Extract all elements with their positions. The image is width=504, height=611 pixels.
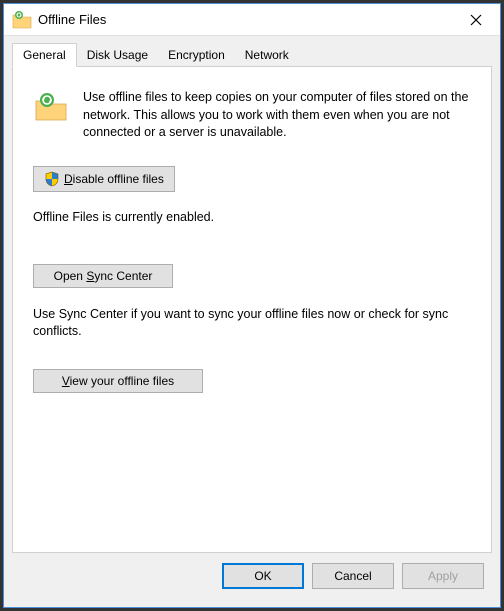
offline-files-dialog: Offline Files General Disk Usage Encrypt… [3, 3, 501, 608]
tab-disk-usage[interactable]: Disk Usage [77, 44, 158, 66]
tab-general[interactable]: General [12, 43, 77, 67]
close-icon [470, 14, 482, 26]
shield-icon [44, 171, 60, 187]
dialog-body: General Disk Usage Encryption Network Us… [4, 36, 500, 607]
tab-strip: General Disk Usage Encryption Network [12, 42, 492, 66]
folder-sync-icon [12, 10, 32, 30]
apply-button[interactable]: Apply [402, 563, 484, 589]
cancel-button[interactable]: Cancel [312, 563, 394, 589]
titlebar: Offline Files [4, 4, 500, 36]
folder-sync-large-icon [33, 89, 69, 125]
dialog-footer: OK Cancel Apply [12, 553, 492, 599]
status-text: Offline Files is currently enabled. [33, 210, 471, 224]
open-sync-center-button[interactable]: Open Sync Center [33, 264, 173, 288]
description-text: Use offline files to keep copies on your… [83, 89, 471, 142]
view-offline-files-button[interactable]: View your offline files [33, 369, 203, 393]
sync-help-text: Use Sync Center if you want to sync your… [33, 306, 471, 341]
ok-button[interactable]: OK [222, 563, 304, 589]
tab-encryption[interactable]: Encryption [158, 44, 235, 66]
tab-panel-general: Use offline files to keep copies on your… [12, 66, 492, 553]
window-title: Offline Files [38, 12, 456, 27]
close-button[interactable] [456, 5, 496, 35]
disable-offline-files-button[interactable]: Disable offline files [33, 166, 175, 192]
tab-network[interactable]: Network [235, 44, 299, 66]
